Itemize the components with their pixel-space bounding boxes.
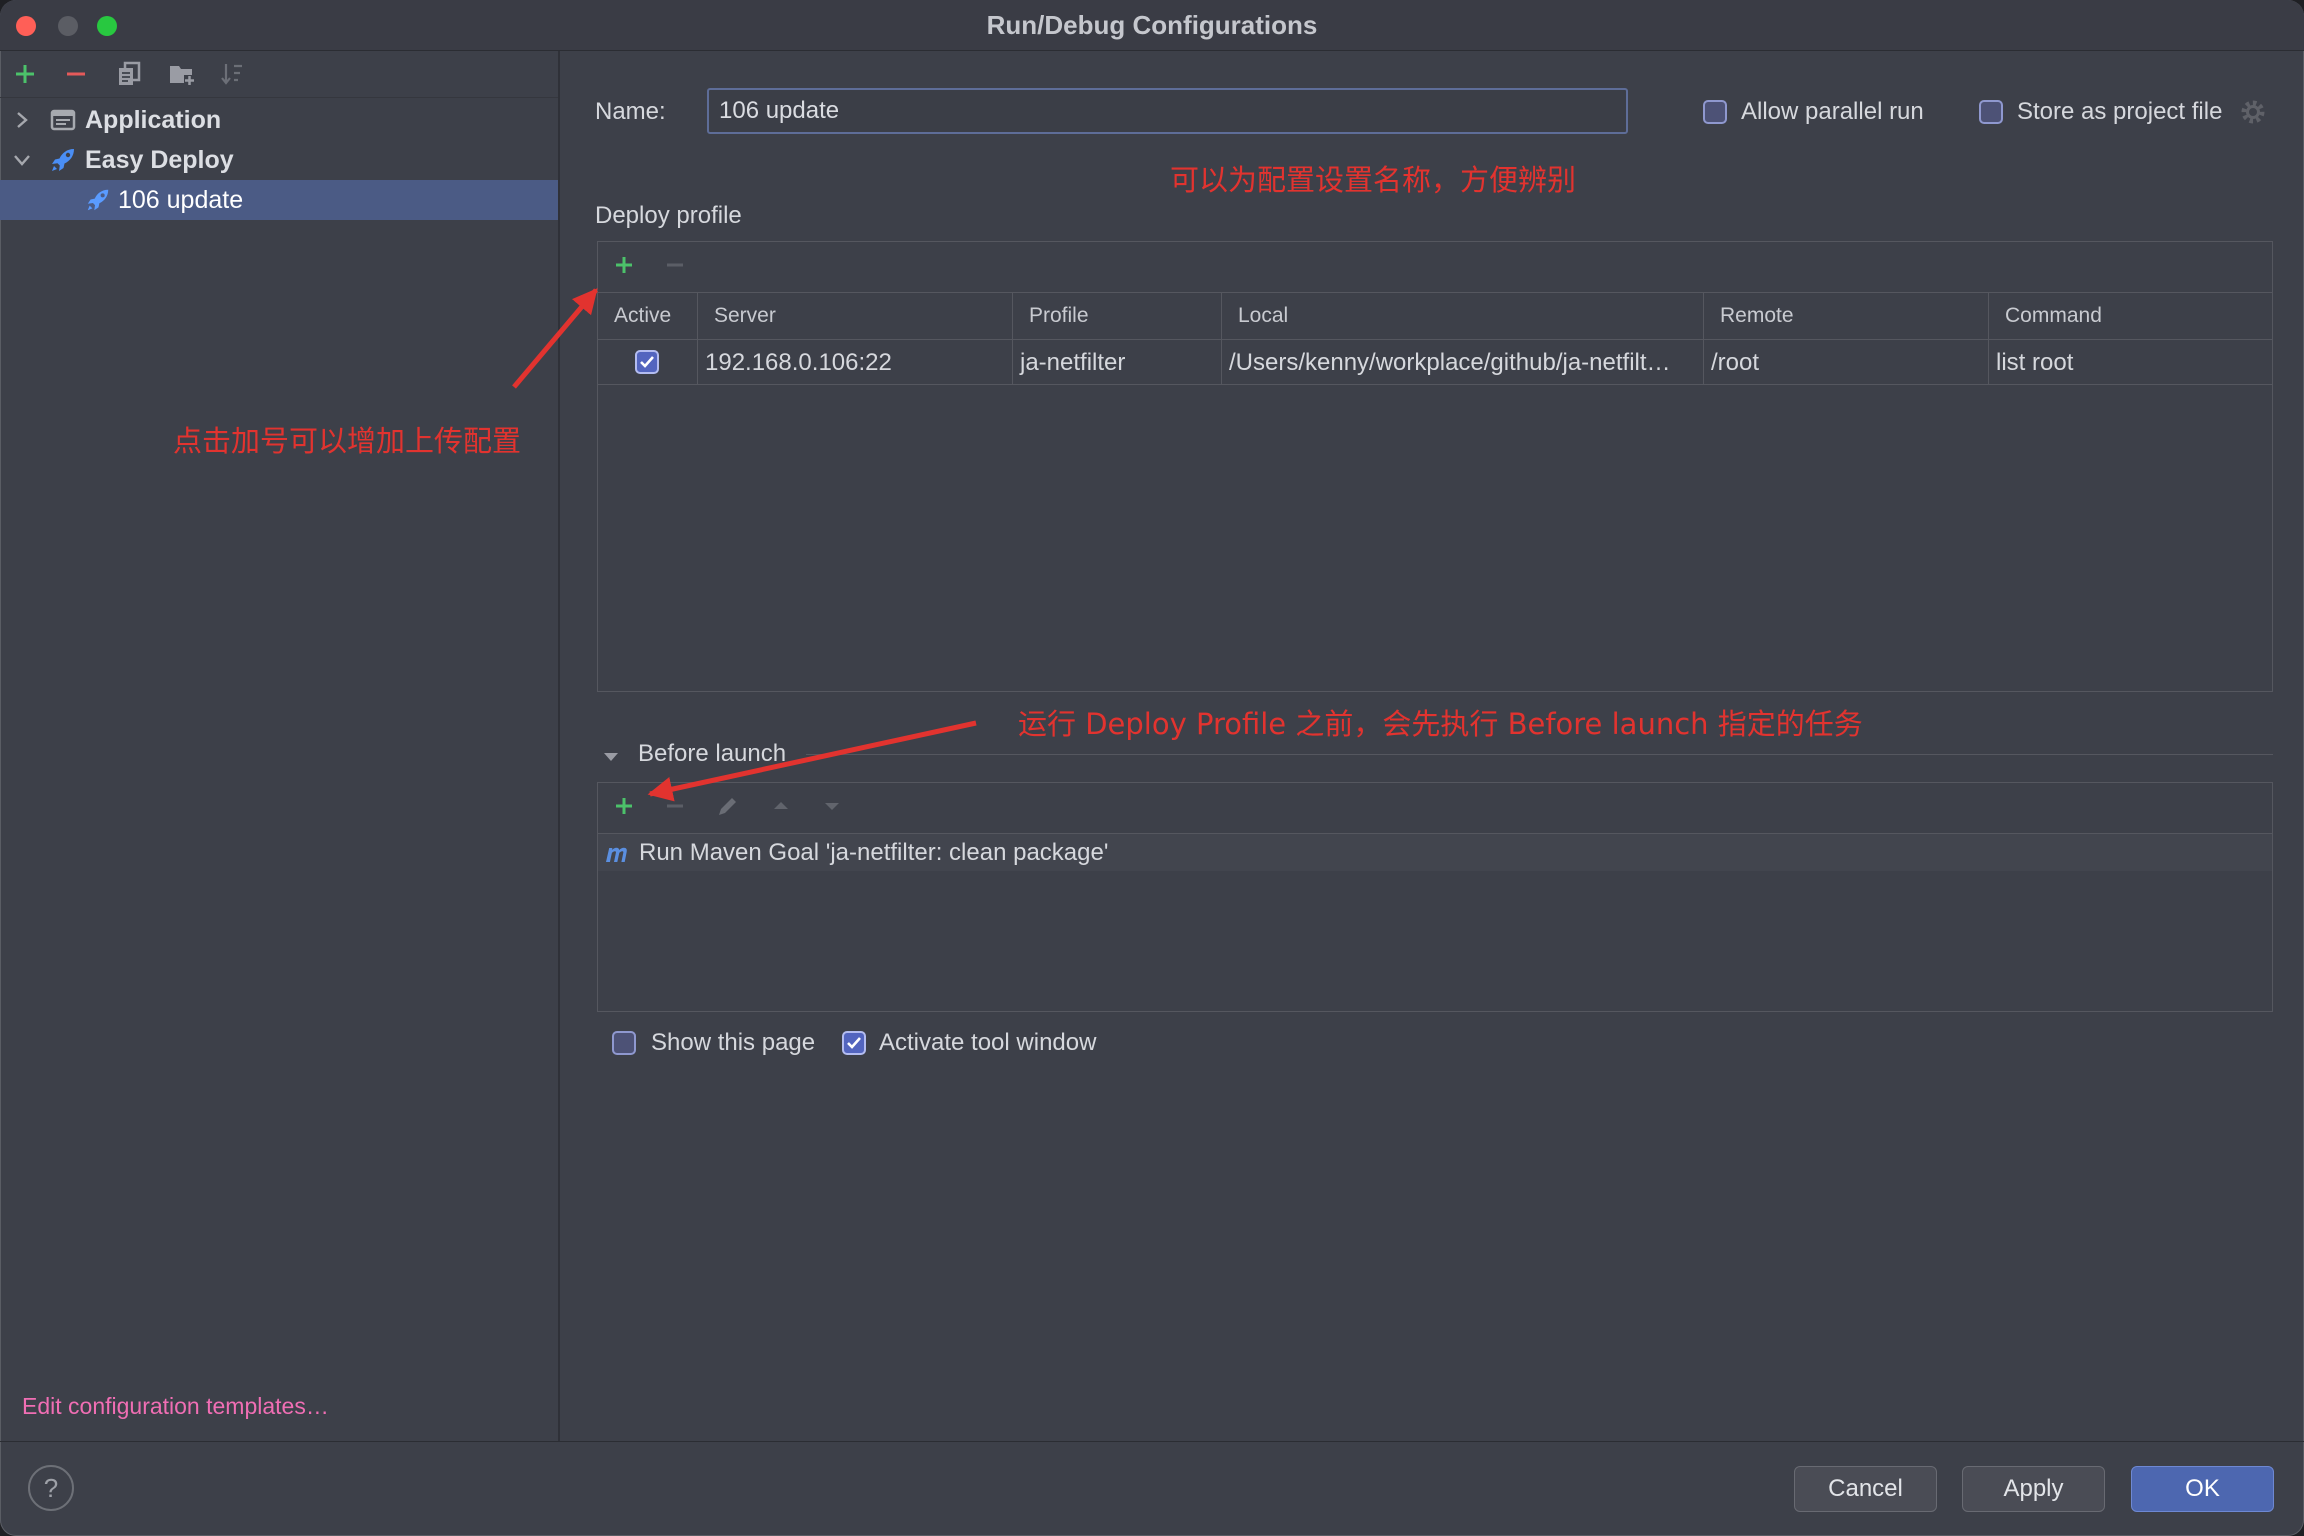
run-debug-configurations-dialog: Run/Debug Configurations Application Eas… [0,0,2304,1536]
before-launch-panel: Run Maven Goal 'ja-netfilter: clean pack… [597,782,2273,1012]
annotation-name-hint: 可以为配置设置名称，方便辨别 [1170,163,1577,197]
allow-parallel-run-label: Allow parallel run [1741,98,1924,125]
title-bar: Run/Debug Configurations [0,0,2304,51]
before-launch-divider [806,754,2273,755]
show-this-page-label: Show this page [651,1029,816,1056]
help-button[interactable]: ? [28,1465,74,1511]
application-icon [49,106,77,139]
command-cell[interactable]: list root [1989,340,2272,385]
tree-item-label: Easy Deploy [85,146,234,174]
remote-cell[interactable]: /root [1704,340,1989,385]
new-folder-icon[interactable] [168,60,196,88]
tree-item-application[interactable]: Application [0,100,558,140]
profile-cell[interactable]: ja-netfilter [1013,340,1222,385]
configurations-sidebar: Application Easy Deploy 106 update Edit … [0,51,560,1441]
before-launch-toolbar [598,783,2272,834]
add-task-icon[interactable] [610,792,638,820]
deploy-profile-toolbar [598,242,2272,293]
tree-item-106-update[interactable]: 106 update [0,180,558,220]
store-as-project-file-checkbox[interactable] [1979,100,2003,124]
add-icon[interactable] [11,60,39,88]
activate-tool-window-checkbox[interactable] [842,1031,866,1055]
active-checkbox[interactable] [635,350,659,374]
table-header: Active Server Profile Local Remote Comma… [598,292,2272,340]
server-cell[interactable]: 192.168.0.106:22 [698,340,1013,385]
cancel-button[interactable]: Cancel [1794,1466,1937,1512]
column-header-profile[interactable]: Profile [1013,292,1222,340]
tree-item-label: 106 update [118,186,244,214]
remove-icon[interactable] [62,60,90,88]
move-up-icon[interactable] [767,792,795,820]
remove-profile-icon[interactable] [661,251,689,279]
deploy-profile-title: Deploy profile [595,202,742,229]
chevron-right-icon[interactable] [10,108,34,137]
allow-parallel-run-checkbox[interactable] [1703,100,1727,124]
column-header-command[interactable]: Command [1989,292,2272,340]
name-input[interactable] [707,88,1628,134]
rocket-icon [49,146,77,179]
add-profile-icon[interactable] [610,251,638,279]
before-launch-title[interactable]: Before launch [638,736,786,772]
window-title: Run/Debug Configurations [986,10,1318,40]
chevron-down-icon[interactable] [10,148,34,177]
column-header-active[interactable]: Active [598,292,698,340]
gear-icon[interactable] [2239,98,2267,131]
table-row[interactable]: 192.168.0.106:22 ja-netfilter /Users/ken… [598,340,2272,385]
sort-icon[interactable] [218,60,246,88]
show-this-page-checkbox[interactable] [612,1031,636,1055]
copy-icon[interactable] [115,60,143,88]
store-as-project-file-label: Store as project file [2017,98,2223,125]
ok-button[interactable]: OK [2131,1466,2274,1512]
column-header-server[interactable]: Server [698,292,1013,340]
task-label: Run Maven Goal 'ja-netfilter: clean pack… [639,839,1109,866]
maven-icon [603,839,631,872]
deploy-profile-panel: Active Server Profile Local Remote Comma… [597,241,2273,692]
dialog-footer [0,1441,2304,1536]
sidebar-toolbar [0,51,558,98]
deploy-profile-table: Active Server Profile Local Remote Comma… [598,292,2272,385]
activate-tool-window-label: Activate tool window [879,1029,1097,1056]
annotation-add-profile-hint: 点击加号可以增加上传配置 [173,424,522,458]
tree-item-easy-deploy[interactable]: Easy Deploy [0,140,558,180]
annotation-before-launch-hint: 运行 Deploy Profile 之前，会先执行 Before launch … [1018,707,1863,741]
edit-configuration-templates-link[interactable]: Edit configuration templates… [22,1389,329,1423]
edit-pencil-icon[interactable] [714,792,742,820]
active-cell [598,340,698,385]
move-down-icon[interactable] [818,792,846,820]
name-label: Name: [595,98,666,125]
list-item[interactable]: Run Maven Goal 'ja-netfilter: clean pack… [598,834,2272,871]
remove-task-icon[interactable] [661,792,689,820]
rocket-icon [85,187,111,218]
local-cell[interactable]: /Users/kenny/workplace/github/ja-netfilt… [1222,340,1704,385]
column-header-local[interactable]: Local [1222,292,1704,340]
apply-button[interactable]: Apply [1962,1466,2105,1512]
tree-item-label: Application [85,106,222,134]
column-header-remote[interactable]: Remote [1704,292,1989,340]
collapse-triangle-icon[interactable] [603,749,619,767]
